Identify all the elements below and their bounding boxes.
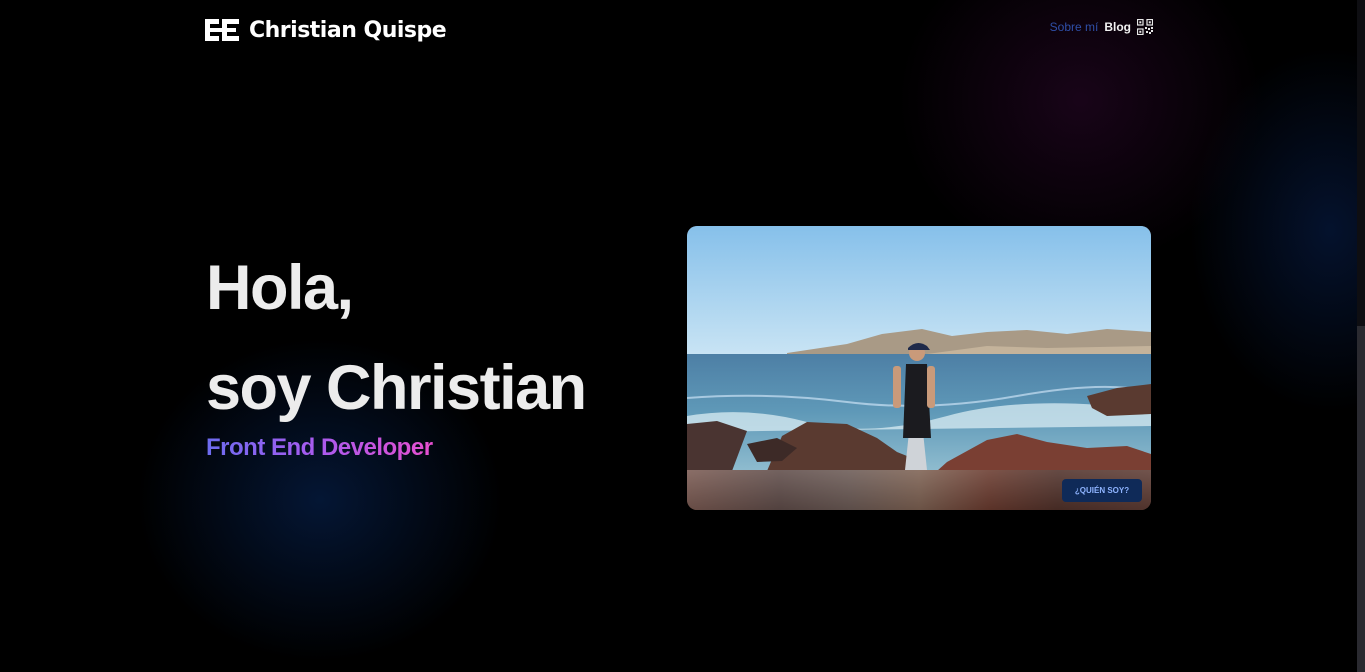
hero-role: Front End Developer xyxy=(206,434,433,461)
hero-title: Hola, soy Christian xyxy=(206,238,587,438)
nav-link-about[interactable]: Sobre mí xyxy=(1050,20,1099,34)
hero-greeting: Hola, xyxy=(206,253,354,323)
hero-name-line: soy Christian xyxy=(206,353,587,423)
page: Christian Quispe Sobre mí Blog Hola, soy… xyxy=(0,0,1365,672)
who-am-i-button[interactable]: ¿QUIÉN SOY? xyxy=(1062,479,1142,502)
brand-logo-link[interactable]: Christian Quispe xyxy=(203,15,447,45)
site-header: Christian Quispe Sobre mí Blog xyxy=(0,0,1357,60)
profile-photo-card: ¿QUIÉN SOY? xyxy=(687,226,1151,510)
brand-name: Christian Quispe xyxy=(249,17,447,43)
scrollbar-thumb[interactable] xyxy=(1357,326,1365,672)
qr-code-icon[interactable] xyxy=(1137,19,1153,35)
profile-photo xyxy=(687,226,1151,471)
nav-link-blog[interactable]: Blog xyxy=(1104,20,1131,34)
main-nav: Sobre mí Blog xyxy=(1050,19,1153,35)
brand-logo-icon xyxy=(205,19,239,41)
